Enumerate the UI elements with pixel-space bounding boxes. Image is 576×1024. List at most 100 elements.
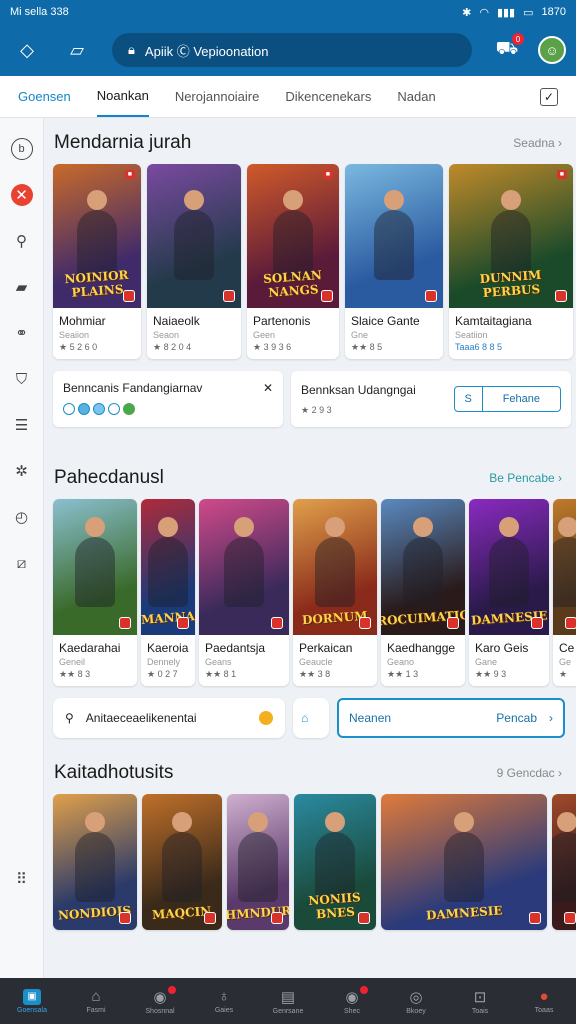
- game-cover-image[interactable]: [552, 794, 576, 930]
- game-card[interactable]: NONDIOIS: [53, 794, 137, 930]
- card-info: Mohmiar Seaiion ★ 5 2 6 0: [53, 308, 141, 359]
- game-card[interactable]: DAMNESIE: [381, 794, 547, 930]
- tab-nerojannoiaire[interactable]: Nerojannoiaire: [175, 77, 260, 116]
- game-card[interactable]: Ce Ge ★: [553, 499, 576, 686]
- nav-item-shosnnal[interactable]: ◉ Shosnnal: [134, 985, 186, 1015]
- game-cover-image[interactable]: DORNUM: [293, 499, 377, 635]
- sidebar-clock-icon[interactable]: ◴: [11, 506, 33, 528]
- game-title: Kaedarahai: [59, 641, 121, 655]
- dot-icon[interactable]: [123, 403, 135, 415]
- tab-dikencenekars[interactable]: Dikencenekars: [285, 77, 371, 116]
- sidebar-link-icon[interactable]: ⚭: [11, 322, 33, 344]
- game-rating: ★★ 8 5: [351, 342, 383, 352]
- nav-item-gaies[interactable]: ♁ Gaies: [198, 988, 250, 1014]
- game-card[interactable]: [552, 794, 576, 930]
- game-card[interactable]: Naiaeolk Seaon ★ 8 2 0 4: [147, 164, 241, 359]
- game-card[interactable]: NONIIS BNES: [294, 794, 376, 930]
- game-card[interactable]: MAQCIN: [142, 794, 222, 930]
- nav-item-genrsane[interactable]: ▤ Genrsane: [262, 988, 314, 1015]
- game-cover-image[interactable]: MAQCIN: [142, 794, 222, 930]
- bookmark-icon[interactable]: ▱: [60, 33, 94, 67]
- game-cover-image[interactable]: SOLNAN NANGS ■: [247, 164, 339, 308]
- tab-goensen[interactable]: Goensen: [18, 77, 71, 116]
- sidebar-search-icon[interactable]: ⚲: [11, 230, 33, 252]
- game-card[interactable]: Slaice Gante Gne ★★ 8 5: [345, 164, 443, 359]
- tab-noankan[interactable]: Noankan: [96, 76, 149, 117]
- cart-icon[interactable]: ⛟ 0: [490, 33, 524, 67]
- new-badge: ■: [556, 170, 567, 179]
- diamond-menu-icon[interactable]: ◇: [10, 33, 44, 67]
- home-icon[interactable]: ⌂: [293, 698, 329, 738]
- sidebar-gear-icon[interactable]: ✲: [11, 460, 33, 482]
- info-card-left[interactable]: Benncanis Fandangiarnav ✕: [53, 371, 283, 427]
- section-1-see-all[interactable]: Seadna ›: [513, 136, 562, 150]
- close-icon[interactable]: ✕: [263, 381, 273, 395]
- chevron-right-icon: ›: [549, 711, 553, 725]
- game-cover-image[interactable]: ROCUIMATIC: [381, 499, 465, 635]
- card-info: Karo Geis Gane ★★ 9 3: [469, 635, 549, 686]
- nav-item-goensala[interactable]: ▣ Goensala: [6, 988, 58, 1014]
- game-card[interactable]: Paedantsja Geans ★★ 8 1: [199, 499, 289, 686]
- character-figure: [489, 517, 529, 607]
- sidebar-close-icon[interactable]: ✕: [10, 184, 33, 206]
- game-card[interactable]: ROCUIMATIC Kaedhangge Geano ★★ 1 3: [381, 499, 465, 686]
- character-figure: [148, 517, 188, 607]
- game-cover-image[interactable]: THMNDURS: [227, 794, 289, 930]
- info-card-right[interactable]: Bennksan Udangngai ★ 2 9 3 S Fehane: [291, 371, 571, 427]
- section-2-see-all[interactable]: Be Pencabe ›: [489, 471, 562, 485]
- sidebar-b-icon[interactable]: b: [10, 138, 33, 160]
- game-cover-image[interactable]: DUNNIM PERBUS ■: [449, 164, 573, 308]
- section-1-title: Mendarnia jurah: [54, 132, 192, 153]
- dot-icon[interactable]: [93, 403, 105, 415]
- dot-icon[interactable]: [63, 403, 75, 415]
- platform-badge-icon: [271, 912, 283, 924]
- sidebar-edit-icon[interactable]: ⧄: [11, 552, 33, 574]
- game-card[interactable]: MANNA Kaeroia Dennely ★ 0 2 7: [141, 499, 195, 686]
- game-cover-image[interactable]: [199, 499, 289, 635]
- section-3-see-all[interactable]: 9 Gencdac ›: [497, 766, 562, 780]
- nav-item-toais[interactable]: ⊡ Toais: [454, 988, 506, 1015]
- refresh-icon: S: [455, 387, 483, 411]
- game-card[interactable]: NOINIOR PLAINS ■ Mohmiar Seaiion ★ 5 2 6 0: [53, 164, 141, 359]
- game-cover-image[interactable]: NONDIOIS: [53, 794, 137, 930]
- checkbox-icon[interactable]: ✓: [540, 87, 558, 106]
- nav-item-toaas[interactable]: ● Toaas: [518, 988, 570, 1014]
- dot-icon[interactable]: [108, 403, 120, 415]
- sidebar-bag-icon[interactable]: ▰: [11, 276, 33, 298]
- address-bar[interactable]: 🔒︎ Apiik Ⓒ Vepioonation: [112, 33, 472, 67]
- character-figure: [174, 190, 214, 280]
- cta-secondary: Pencab: [496, 711, 537, 725]
- game-card[interactable]: THMNDURS: [227, 794, 289, 930]
- nav-item-shec[interactable]: ◉ Shec: [326, 985, 378, 1015]
- game-cover-image[interactable]: MANNA: [141, 499, 195, 635]
- sidebar-dots-icon[interactable]: ⠿: [11, 868, 33, 890]
- nav-icon: ♁: [218, 988, 230, 1005]
- game-cover-image[interactable]: DAMNESIE: [381, 794, 547, 930]
- game-cover-image[interactable]: DAMNESIE: [469, 499, 549, 635]
- character-figure: [315, 517, 355, 607]
- game-card[interactable]: Kaedarahai Geneil ★★ 8 3: [53, 499, 137, 686]
- tab-nadan[interactable]: Nadan: [397, 77, 435, 116]
- section-2-cards: Kaedarahai Geneil ★★ 8 3 MANNA Kaeroia Dennel…: [44, 499, 576, 686]
- card-info: Kamtaitagiana Seatiion Taaa6 8 8 5: [449, 308, 573, 358]
- character-figure: [374, 190, 414, 280]
- fehane-button[interactable]: S Fehane: [453, 386, 561, 412]
- nav-item-bkoey[interactable]: ◎ Bkoey: [390, 988, 442, 1015]
- game-card[interactable]: DUNNIM PERBUS ■ Kamtaitagiana Seatiion Taaa6…: [449, 164, 573, 359]
- game-cover-image[interactable]: [345, 164, 443, 308]
- game-cover-image[interactable]: NONIIS BNES: [294, 794, 376, 930]
- neanen-button[interactable]: Neanen Pencab ›: [337, 698, 565, 738]
- sidebar-list-icon[interactable]: ☰: [11, 414, 33, 436]
- dot-icon[interactable]: [78, 403, 90, 415]
- nav-item-fasmi[interactable]: ⌂ Fasmi: [70, 988, 122, 1014]
- game-cover-image[interactable]: [147, 164, 241, 308]
- search-input[interactable]: ⚲ Anitaeceaelikenentai: [53, 698, 285, 738]
- game-cover-image[interactable]: [553, 499, 576, 635]
- game-card[interactable]: DAMNESIE Karo Geis Gane ★★ 9 3: [469, 499, 549, 686]
- game-cover-image[interactable]: NOINIOR PLAINS ■: [53, 164, 141, 308]
- game-card[interactable]: SOLNAN NANGS ■ Partenonis Geen ★ 3 9 3 6: [247, 164, 339, 359]
- game-cover-image[interactable]: [53, 499, 137, 635]
- avatar[interactable]: ☺: [538, 36, 566, 64]
- sidebar-shield-icon[interactable]: ⛉: [11, 368, 33, 390]
- game-card[interactable]: DORNUM Perkaican Geaucle ★★ 3 8: [293, 499, 377, 686]
